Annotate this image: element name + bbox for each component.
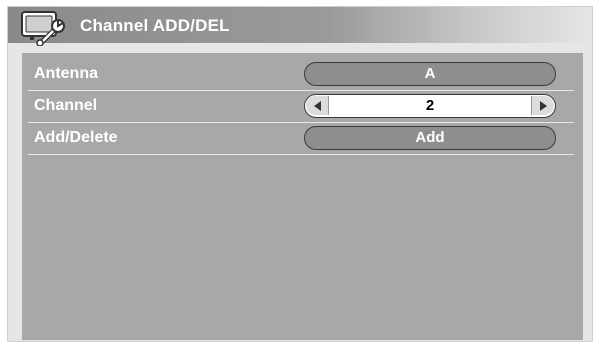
channel-increment-button[interactable] <box>531 96 554 115</box>
tv-wrench-icon <box>21 11 65 46</box>
arrow-right-icon <box>539 100 547 111</box>
add-delete-value-button[interactable]: Add <box>304 126 556 150</box>
antenna-value-button[interactable]: A <box>304 62 556 86</box>
title-bar: Channel ADD/DEL <box>8 7 592 46</box>
antenna-label: Antenna <box>34 65 98 82</box>
channel-value: 2 <box>425 97 435 114</box>
channel-add-del-window: Channel ADD/DEL Antenna A Channel 2 Add/… <box>7 6 593 342</box>
channel-label: Channel <box>34 97 98 114</box>
arrow-left-icon <box>313 100 321 111</box>
settings-panel: Antenna A Channel 2 Add/Delete Add <box>22 53 583 340</box>
settings-row-channel: Channel 2 <box>28 91 574 123</box>
channel-selector[interactable]: 2 <box>304 94 556 118</box>
settings-row-antenna: Antenna A <box>28 59 574 91</box>
channel-decrement-button[interactable] <box>306 96 329 115</box>
window-title: Channel ADD/DEL <box>80 16 230 35</box>
add-delete-label: Add/Delete <box>34 129 118 146</box>
settings-row-add-delete: Add/Delete Add <box>28 123 574 155</box>
